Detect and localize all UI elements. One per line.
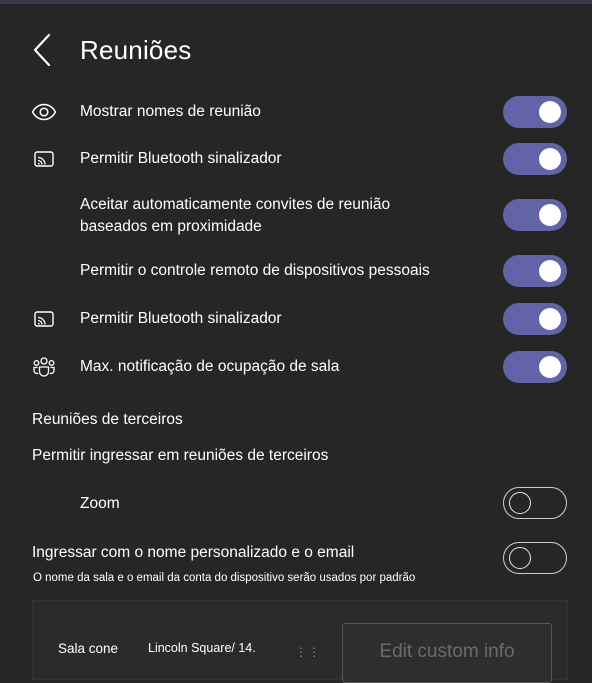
remote-control-toggle[interactable]	[503, 255, 567, 287]
setting-label: Aceitar automaticamente convites de reun…	[80, 194, 390, 238]
toggle-knob	[539, 260, 561, 282]
room-info-panel: Sala cone Lincoln Square/ 14. ⋮⋮ Edit cu…	[32, 600, 568, 683]
setting-label: Max. notificação de ocupação de sala	[80, 358, 340, 375]
chevron-left-icon[interactable]	[32, 32, 58, 68]
room-label: Sala cone	[58, 641, 119, 656]
setting-row-zoom: Zoom	[0, 487, 592, 519]
toggle-knob	[539, 101, 561, 123]
drag-handle-icon: ⋮⋮	[295, 645, 321, 659]
edit-custom-info-button[interactable]: Edit custom info	[342, 623, 552, 683]
cast-icon	[31, 306, 57, 332]
page-title: Reuniões	[80, 34, 192, 65]
third-party-heading: Reuniões de terceiros	[32, 411, 183, 428]
setting-label: Mostrar nomes de reunião	[80, 103, 261, 120]
custom-join-toggle[interactable]	[503, 542, 567, 574]
zoom-label: Zoom	[80, 495, 120, 512]
cast-icon	[31, 146, 57, 172]
page-header: Reuniões	[32, 30, 191, 70]
people-group-icon	[31, 354, 57, 380]
setting-row-bluetooth-beacon: Permitir Bluetooth sinalizador	[0, 143, 592, 175]
toggle-knob	[539, 148, 561, 170]
setting-row-occupancy: Max. notificação de ocupação de sala	[0, 351, 592, 383]
meeting-names-toggle[interactable]	[503, 96, 567, 128]
toggle-knob	[539, 308, 561, 330]
toggle-knob	[509, 547, 531, 569]
toggle-knob	[539, 204, 561, 226]
top-border	[0, 0, 592, 4]
eye-icon	[31, 99, 57, 125]
setting-row-auto-accept: Aceitar automaticamente convites de reun…	[0, 194, 592, 238]
auto-accept-toggle[interactable]	[503, 199, 567, 231]
bluetooth-beacon-toggle[interactable]	[503, 143, 567, 175]
setting-row-meeting-names: Mostrar nomes de reunião	[0, 96, 592, 128]
toggle-knob	[509, 492, 531, 514]
setting-label: Permitir o controle remoto de dispositiv…	[80, 262, 430, 279]
bluetooth-beacon-2-toggle[interactable]	[503, 303, 567, 335]
setting-label-line1: Aceitar automaticamente convites de reun…	[80, 196, 391, 213]
toggle-knob	[539, 356, 561, 378]
setting-label: Permitir Bluetooth sinalizador	[80, 310, 282, 327]
custom-join-label: Ingressar com o nome personalizado e o e…	[32, 544, 355, 561]
zoom-toggle[interactable]	[503, 487, 567, 519]
setting-label: Permitir Bluetooth sinalizador	[80, 150, 282, 167]
custom-join-note: O nome da sala e o email da conta do dis…	[33, 572, 416, 584]
setting-label-line2: baseados em proximidade	[80, 218, 262, 235]
occupancy-toggle[interactable]	[503, 351, 567, 383]
room-value: Lincoln Square/ 14.	[148, 641, 256, 655]
setting-row-bluetooth-beacon-2: Permitir Bluetooth sinalizador	[0, 303, 592, 335]
setting-row-remote-control: Permitir o controle remoto de dispositiv…	[0, 255, 592, 287]
third-party-subheading: Permitir ingressar em reuniões de tercei…	[32, 447, 329, 464]
